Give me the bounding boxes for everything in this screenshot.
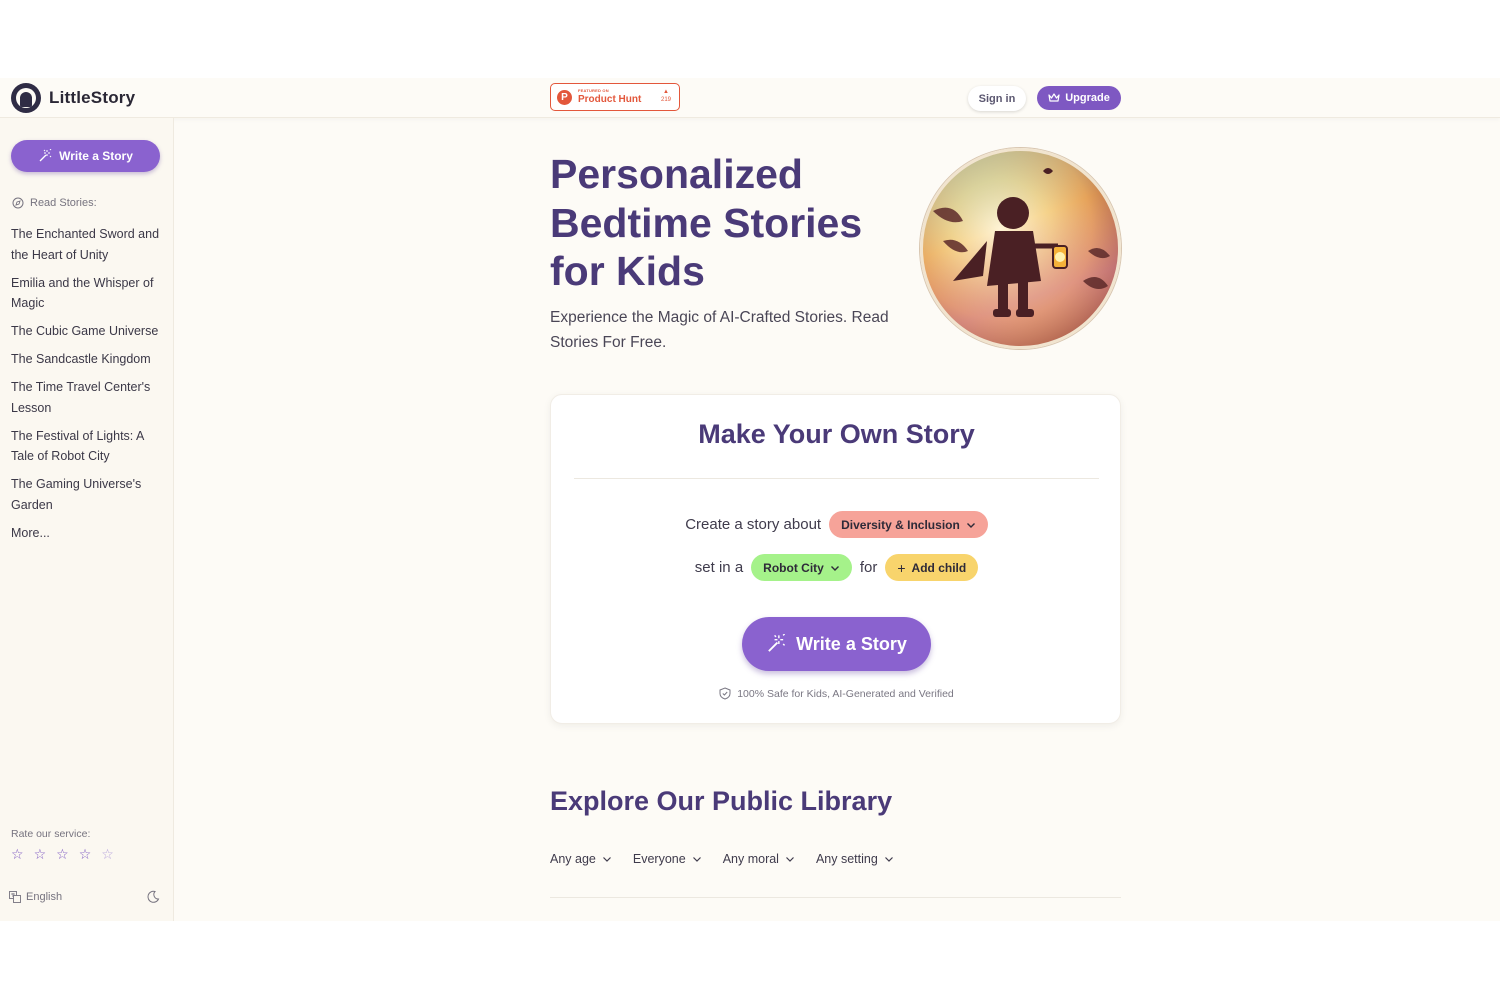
upgrade-button[interactable]: Upgrade (1037, 86, 1121, 110)
magic-wand-icon (768, 634, 786, 652)
setting-dropdown[interactable]: Robot City (751, 554, 852, 581)
chevron-down-icon (966, 522, 975, 528)
chevron-down-icon (830, 565, 839, 571)
hero-subtitle: Experience the Magic of AI-Crafted Stori… (550, 309, 889, 351)
filter-label: Any setting (815, 852, 878, 866)
logo[interactable]: LittleStory (11, 83, 135, 113)
sidebar-story-link[interactable]: The Sandcastle Kingdom (11, 349, 163, 370)
write-story-label: Write a Story (796, 633, 907, 654)
top-nav: LittleStory P FEATURED ON Product Hunt ▲… (0, 78, 1500, 118)
read-stories-label: Read Stories: (30, 197, 97, 209)
safety-note-text: 100% Safe for Kids, AI-Generated and Ver… (737, 687, 954, 700)
story-maker-card: Make Your Own Story Create a story about… (550, 394, 1121, 724)
moral-filter[interactable]: Any moral (723, 852, 795, 866)
product-hunt-featured: FEATURED ON (578, 88, 609, 93)
filter-label: Any moral (722, 852, 779, 866)
chevron-down-icon (602, 857, 611, 862)
star-icon[interactable]: ☆ (11, 847, 24, 861)
product-hunt-badge[interactable]: P FEATURED ON Product Hunt ▲ 219 (550, 83, 680, 111)
moon-icon[interactable] (146, 890, 160, 904)
divider (574, 478, 1099, 479)
star-icon[interactable]: ☆ (101, 847, 114, 861)
rate-service-label: Rate our service: (11, 828, 91, 840)
age-filter[interactable]: Any age (550, 852, 612, 866)
add-child-label: Add child (911, 560, 967, 575)
upgrade-label: Upgrade (1065, 92, 1110, 104)
sidebar-story-link[interactable]: Emilia and the Whisper of Magic (11, 273, 163, 314)
chevron-down-icon (884, 857, 893, 862)
plus-icon: + (897, 559, 906, 576)
hero-illustration (920, 148, 1121, 349)
chevron-down-icon (786, 857, 794, 862)
theme-value: Diversity & Inclusion (841, 517, 960, 532)
sidebar-story-link[interactable]: The Gaming Universe's Garden (11, 474, 163, 515)
for-label: for (859, 559, 878, 576)
translate-icon (9, 891, 21, 903)
divider (550, 897, 1121, 898)
sidebar-story-link[interactable]: The Enchanted Sword and the Heart of Uni… (11, 224, 163, 265)
product-hunt-icon: P (557, 89, 572, 105)
add-child-button[interactable]: + Add child (885, 554, 979, 581)
safety-note: 100% Safe for Kids, AI-Generated and Ver… (551, 687, 1122, 700)
crown-icon (1048, 93, 1060, 102)
sidebar-write-story-label: Write a Story (59, 149, 133, 163)
sidebar-write-story-button[interactable]: Write a Story (11, 140, 160, 172)
sidebar-more-link[interactable]: More... (11, 523, 163, 544)
star-icon[interactable]: ☆ (56, 847, 69, 861)
brand-name: LittleStory (49, 88, 136, 107)
logo-icon (11, 83, 41, 113)
shield-check-icon (719, 687, 731, 700)
upvote-icon: ▲ (663, 89, 669, 95)
product-hunt-votes: 219 (660, 97, 671, 103)
product-hunt-name: Product Hunt (578, 94, 642, 105)
audience-filter[interactable]: Everyone (633, 852, 702, 866)
create-story-prefix: Create a story about (685, 516, 822, 533)
write-story-button[interactable]: Write a Story (742, 617, 931, 671)
read-stories-heading: Read Stories: (12, 197, 97, 209)
sidebar-story-link[interactable]: The Time Travel Center's Lesson (11, 377, 163, 418)
theme-dropdown[interactable]: Diversity & Inclusion (829, 511, 988, 538)
sidebar-story-link[interactable]: The Cubic Game Universe (11, 321, 163, 342)
star-icon[interactable]: ☆ (34, 847, 47, 861)
language-label: English (26, 891, 63, 903)
filter-label: Any age (550, 852, 596, 866)
filter-label: Everyone (632, 852, 686, 866)
library-filters: Any age Everyone Any moral Any setting (550, 852, 894, 866)
hero-title: Personalized Bedtime Stories for Kids (550, 151, 863, 294)
language-selector[interactable]: English (9, 891, 62, 903)
story-list: The Enchanted Sword and the Heart of Uni… (11, 224, 163, 551)
star-icon[interactable]: ☆ (79, 847, 92, 861)
compass-icon (12, 197, 24, 209)
setting-filter[interactable]: Any setting (816, 852, 894, 866)
story-maker-title: Make Your Own Story (698, 419, 975, 449)
chevron-down-icon (692, 857, 701, 862)
library-title: Explore Our Public Library (550, 786, 893, 816)
sign-in-button[interactable]: Sign in (968, 86, 1026, 111)
setting-prefix: set in a (694, 559, 744, 576)
setting-value: Robot City (763, 560, 824, 575)
app-window: LittleStory P FEATURED ON Product Hunt ▲… (0, 78, 1500, 921)
magic-wand-icon (39, 149, 52, 162)
sidebar: Write a Story Read Stories: The Enchante… (0, 118, 174, 921)
sidebar-story-link[interactable]: The Festival of Lights: A Tale of Robot … (11, 426, 163, 467)
rating-stars: ☆ ☆ ☆ ☆ ☆ (11, 847, 114, 861)
